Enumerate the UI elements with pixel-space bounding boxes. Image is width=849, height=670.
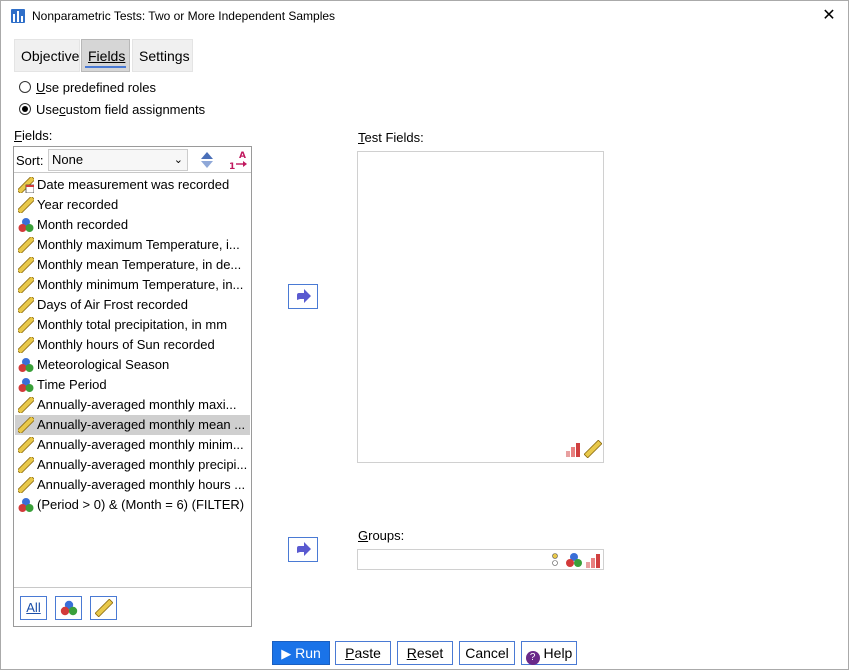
groups-field[interactable] bbox=[357, 549, 604, 570]
move-to-test-fields-button[interactable] bbox=[288, 284, 318, 309]
scale-ruler-icon bbox=[18, 237, 34, 253]
radio-button[interactable] bbox=[19, 81, 31, 93]
tab-fields[interactable]: Fields bbox=[81, 39, 130, 72]
field-label: Month recorded bbox=[37, 217, 129, 232]
help-icon: ? bbox=[525, 651, 540, 665]
filter-scale-button[interactable] bbox=[90, 596, 117, 620]
field-label: Annually-averaged monthly minim... bbox=[37, 437, 244, 452]
run-button[interactable]: ▶ Run bbox=[272, 641, 330, 665]
groups-allowed-types-icons bbox=[552, 553, 600, 568]
scale-ruler-icon bbox=[18, 437, 34, 453]
field-label: Days of Air Frost recorded bbox=[37, 297, 188, 312]
field-list-item[interactable]: Annually-averaged monthly minim... bbox=[15, 435, 250, 455]
field-label: Monthly minimum Temperature, in... bbox=[37, 277, 244, 292]
field-label: Annually-averaged monthly precipi... bbox=[37, 457, 248, 472]
field-list-item[interactable]: Annually-averaged monthly maxi... bbox=[15, 395, 250, 415]
app-icon bbox=[11, 9, 25, 23]
groups-label: Groups: bbox=[358, 528, 405, 543]
test-fields-label: Test Fields: bbox=[358, 130, 424, 145]
filter-footer: All bbox=[14, 587, 251, 627]
chevron-down-icon: ⌄ bbox=[173, 154, 183, 166]
tab-settings[interactable]: Settings bbox=[132, 39, 193, 72]
field-label: Year recorded bbox=[37, 197, 119, 212]
tab-objective[interactable]: Objective bbox=[14, 39, 80, 72]
svg-text:1: 1 bbox=[229, 162, 235, 171]
nominal-icon bbox=[18, 498, 34, 512]
test-fields-list[interactable] bbox=[357, 151, 604, 463]
scale-ruler-icon bbox=[18, 317, 34, 333]
sort-row: Sort: None ⌄ A 1 bbox=[14, 147, 251, 173]
field-label: Time Period bbox=[37, 377, 107, 392]
field-label: Annually-averaged monthly hours ... bbox=[37, 477, 246, 492]
scale-ruler-icon bbox=[18, 197, 34, 213]
field-list-item[interactable]: Monthly total precipitation, in mm bbox=[15, 315, 250, 335]
sort-alphabetical-icon[interactable]: A 1 bbox=[228, 149, 248, 171]
field-label: Monthly hours of Sun recorded bbox=[37, 337, 215, 352]
field-list-item[interactable]: (Period > 0) & (Month = 6) (FILTER) bbox=[15, 495, 250, 515]
field-label: Monthly total precipitation, in mm bbox=[37, 317, 228, 332]
field-label: Annually-averaged monthly mean ... bbox=[37, 417, 246, 432]
close-icon[interactable]: ✕ bbox=[814, 3, 844, 29]
filter-nominal-button[interactable] bbox=[55, 596, 82, 620]
scale-ruler-icon bbox=[18, 457, 34, 473]
nominal-icon bbox=[18, 218, 34, 232]
field-list-item[interactable]: Month recorded bbox=[15, 215, 250, 235]
sort-label: Sort: bbox=[16, 153, 44, 168]
sort-order-icon[interactable] bbox=[200, 151, 214, 169]
paste-button[interactable]: Paste bbox=[335, 641, 391, 665]
fields-label: Fields: bbox=[14, 128, 53, 143]
radio-use-custom-field-assignments[interactable]: Use c ustom field assignments bbox=[19, 100, 205, 118]
cancel-button[interactable]: Cancel bbox=[459, 641, 515, 665]
move-to-groups-button[interactable] bbox=[288, 537, 318, 562]
field-list-item[interactable]: Date measurement was recorded bbox=[15, 175, 250, 195]
field-list-item[interactable]: Annually-averaged monthly hours ... bbox=[15, 475, 250, 495]
field-list-item[interactable]: Monthly mean Temperature, in de... bbox=[15, 255, 250, 275]
nominal-icon bbox=[18, 358, 34, 372]
field-list-item[interactable]: Annually-averaged monthly precipi... bbox=[15, 455, 250, 475]
scale-ruler-icon bbox=[584, 440, 602, 458]
reset-button[interactable]: Reset bbox=[397, 641, 453, 665]
svg-text:A: A bbox=[239, 151, 246, 161]
scale-ruler-icon bbox=[18, 257, 34, 273]
window-title: Nonparametric Tests: Two or More Indepen… bbox=[32, 9, 336, 23]
field-list-item[interactable]: Time Period bbox=[15, 375, 250, 395]
field-label: Annually-averaged monthly maxi... bbox=[37, 397, 237, 412]
field-label: Date measurement was recorded bbox=[37, 177, 230, 192]
field-list-item[interactable]: Monthly maximum Temperature, i... bbox=[15, 235, 250, 255]
field-label: Meteorological Season bbox=[37, 357, 170, 372]
field-list-item[interactable]: Year recorded bbox=[15, 195, 250, 215]
field-list-item[interactable]: Monthly minimum Temperature, in... bbox=[15, 275, 250, 295]
arrow-right-icon bbox=[297, 542, 311, 556]
scale-ruler-icon bbox=[94, 598, 113, 618]
field-list-item[interactable]: Monthly hours of Sun recorded bbox=[15, 335, 250, 355]
field-list-item[interactable]: Days of Air Frost recorded bbox=[15, 295, 250, 315]
arrow-right-icon bbox=[297, 289, 311, 303]
scale-ruler-icon bbox=[18, 397, 34, 413]
radio-button-checked[interactable] bbox=[19, 103, 31, 115]
filter-all-button[interactable]: All bbox=[20, 596, 47, 620]
field-label: (Period > 0) & (Month = 6) (FILTER) bbox=[37, 497, 245, 512]
dialog-window: Nonparametric Tests: Two or More Indepen… bbox=[0, 0, 849, 670]
title-bar: Nonparametric Tests: Two or More Indepen… bbox=[1, 1, 848, 31]
scale-ruler-icon bbox=[18, 297, 34, 313]
radio-use-predefined-roles[interactable]: Use predefined roles bbox=[19, 78, 156, 96]
scale-ruler-icon bbox=[18, 477, 34, 493]
scale-ruler-icon bbox=[18, 277, 34, 293]
nominal-icon bbox=[60, 600, 77, 616]
nominal-icon bbox=[18, 378, 34, 392]
scale-ruler-icon bbox=[18, 417, 34, 433]
fields-list-panel: Sort: None ⌄ A 1 Date measurement was re… bbox=[13, 146, 252, 627]
field-list-item[interactable]: Meteorological Season bbox=[15, 355, 250, 375]
field-list: Date measurement was recorded Year record… bbox=[15, 175, 250, 515]
help-button[interactable]: ? Help bbox=[521, 641, 577, 665]
field-label: Monthly maximum Temperature, i... bbox=[37, 237, 240, 252]
sort-dropdown[interactable]: None ⌄ bbox=[48, 149, 188, 171]
ordinal-bars-icon bbox=[566, 443, 580, 457]
field-list-item[interactable]: Annually-averaged monthly mean ... bbox=[15, 415, 250, 435]
field-label: Monthly mean Temperature, in de... bbox=[37, 257, 242, 272]
date-ruler-icon bbox=[18, 177, 34, 193]
scale-ruler-icon bbox=[18, 337, 34, 353]
